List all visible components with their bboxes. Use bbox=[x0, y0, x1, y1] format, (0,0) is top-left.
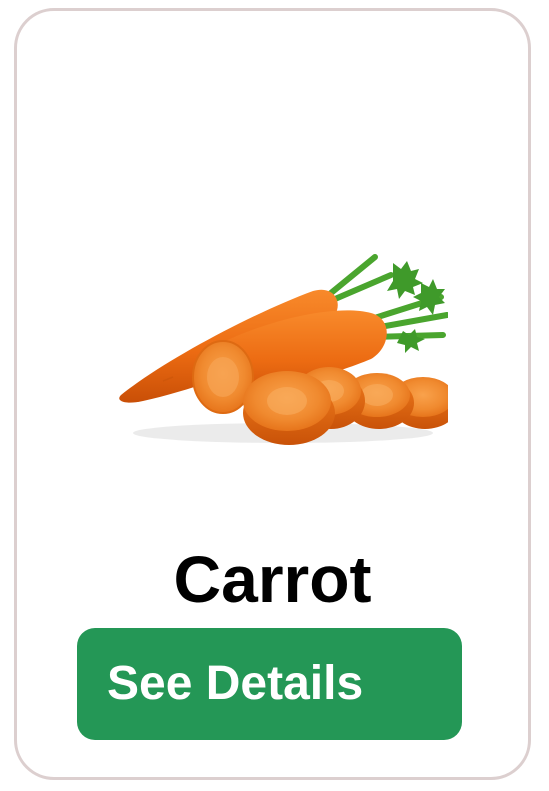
carrot-image bbox=[103, 243, 448, 453]
see-details-button[interactable]: See Details bbox=[77, 628, 462, 740]
product-card: Carrot See Details bbox=[14, 8, 531, 780]
carrot-illustration bbox=[119, 254, 448, 445]
product-title: Carrot bbox=[173, 542, 372, 616]
